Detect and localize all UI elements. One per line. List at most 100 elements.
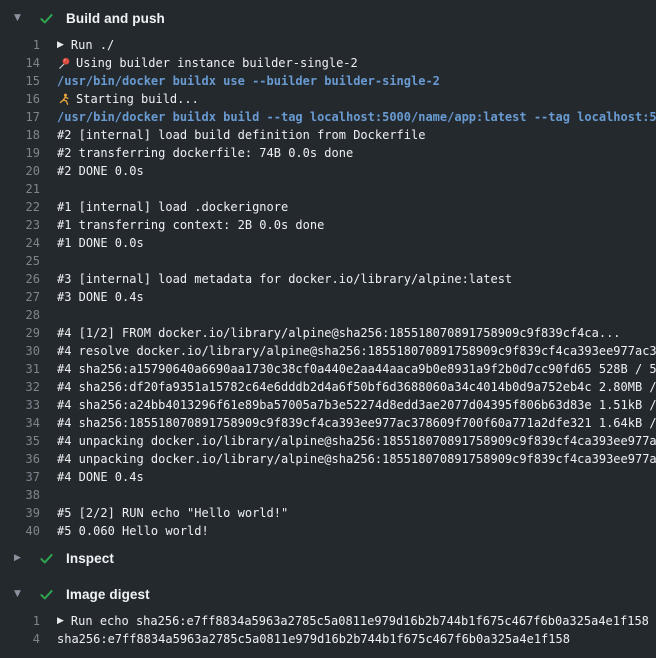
log-line-number[interactable]: 16 — [0, 90, 40, 108]
log-line-number[interactable]: 35 — [0, 432, 40, 450]
log-line-text: #4 sha256:df20fa9351a15782c64e6dddb2d4a6… — [57, 378, 656, 396]
log-line: 28 — [0, 306, 656, 324]
log-line: 27 #3 DONE 0.4s — [0, 288, 656, 306]
log-line-text: #4 unpacking docker.io/library/alpine@sh… — [57, 450, 656, 468]
log-line: 4 sha256:e7ff8834a5963a2785c5a0811e979d16… — [0, 630, 656, 648]
log-line: 25 — [0, 252, 656, 270]
log-line: 32 #4 sha256:df20fa9351a15782c64e6dddb2d4… — [0, 378, 656, 396]
log-line-number[interactable]: 28 — [0, 306, 40, 324]
log-line: 30 #4 resolve docker.io/library/alpine@sh… — [0, 342, 656, 360]
log-section: ▼Image digest1 ▶ Run echo sha256:e7ff8834a… — [0, 576, 656, 648]
log-line: 1 ▶ Run ./ — [0, 36, 656, 54]
log-line-number[interactable]: 30 — [0, 342, 40, 360]
log-line-text: #4 [1/2] FROM docker.io/library/alpine@s… — [57, 324, 621, 342]
log-line-text: /usr/bin/docker buildx build --tag local… — [57, 108, 656, 126]
log-line-number[interactable]: 40 — [0, 522, 40, 540]
check-icon — [38, 10, 54, 26]
log-lines: 1 ▶ Run ./ 14 Using builder instance builder… — [0, 36, 656, 540]
log-text: /usr/bin/docker buildx use --builder bui… — [57, 72, 440, 90]
log-line-number[interactable]: 14 — [0, 54, 40, 72]
section-header-image-digest[interactable]: ▼Image digest — [0, 576, 656, 612]
log-line-text: #1 DONE 0.0s — [57, 234, 144, 252]
log-line-number[interactable]: 1 — [0, 36, 40, 54]
log-line: 24 #1 DONE 0.0s — [0, 234, 656, 252]
log-line-number[interactable]: 23 — [0, 216, 40, 234]
log-line-number[interactable]: 15 — [0, 72, 40, 90]
section-header-inspect[interactable]: ▶Inspect — [0, 540, 656, 576]
log-text: Run ./ — [71, 36, 114, 54]
log-line-text: #1 transferring context: 2B 0.0s done — [57, 216, 324, 234]
log-line-text: #5 0.060 Hello world! — [57, 522, 209, 540]
log-text: #2 DONE 0.0s — [57, 162, 144, 180]
log-line-number[interactable]: 24 — [0, 234, 40, 252]
log-line: 23 #1 transferring context: 2B 0.0s done — [0, 216, 656, 234]
log-line-text: #4 sha256:a24bb4013296f61e89ba57005a7b3e… — [57, 396, 656, 414]
log-line-text: Using builder instance builder-single-2 — [57, 54, 358, 72]
log-line-text: #4 resolve docker.io/library/alpine@sha2… — [57, 342, 656, 360]
section-header-build-and-push[interactable]: ▼Build and push — [0, 0, 656, 36]
section-title: Inspect — [66, 551, 114, 566]
log-line-text: ▶ Run echo sha256:e7ff8834a5963a2785c5a08… — [57, 612, 649, 630]
log-line-number[interactable]: 22 — [0, 198, 40, 216]
log-line-text: #2 [internal] load build definition from… — [57, 126, 425, 144]
log-text: #4 unpacking docker.io/library/alpine@sh… — [57, 450, 656, 468]
log-line-number[interactable]: 37 — [0, 468, 40, 486]
log-line: 15/usr/bin/docker buildx use --builder b… — [0, 72, 656, 90]
log-line: 22 #1 [internal] load .dockerignore — [0, 198, 656, 216]
log-text: Starting build... — [76, 90, 199, 108]
log-line-text: #4 DONE 0.4s — [57, 468, 144, 486]
log-line-number[interactable]: 29 — [0, 324, 40, 342]
log-line-text: ▶ Run ./ — [57, 36, 114, 54]
log-line: 21 — [0, 180, 656, 198]
log-line-text: #2 transferring dockerfile: 74B 0.0s don… — [57, 144, 353, 162]
log-text: #3 DONE 0.4s — [57, 288, 144, 306]
log-line-text: #4 unpacking docker.io/library/alpine@sh… — [57, 432, 656, 450]
log-line: 40 #5 0.060 Hello world! — [0, 522, 656, 540]
log-line: 36 #4 unpacking docker.io/library/alpine@… — [0, 450, 656, 468]
log-text: #4 sha256:df20fa9351a15782c64e6dddb2d4a6… — [57, 378, 656, 396]
log-text: #1 DONE 0.0s — [57, 234, 144, 252]
log-text: #4 unpacking docker.io/library/alpine@sh… — [57, 432, 656, 450]
log-text: #4 DONE 0.4s — [57, 468, 144, 486]
play-icon[interactable]: ▶ — [57, 36, 64, 54]
log-text: Run echo sha256:e7ff8834a5963a2785c5a081… — [71, 612, 649, 630]
log-line-text: #4 sha256:a15790640a6690aa1730c38cf0a440… — [57, 360, 656, 378]
log-line-text: Starting build... — [57, 90, 199, 108]
log-line: 26#3 [internal] load metadata for docker… — [0, 270, 656, 288]
log-line-number[interactable]: 4 — [0, 630, 40, 648]
log-line-number[interactable]: 27 — [0, 288, 40, 306]
log-text: #4 [1/2] FROM docker.io/library/alpine@s… — [57, 324, 621, 342]
log-line-number[interactable]: 17 — [0, 108, 40, 126]
log-text: #2 transferring dockerfile: 74B 0.0s don… — [57, 144, 353, 162]
log-line-number[interactable]: 18 — [0, 126, 40, 144]
log-line: 34#4 sha256:185518070891758909c9f839cf4c… — [0, 414, 656, 432]
log-line-text: #1 [internal] load .dockerignore — [57, 198, 288, 216]
log-line-number[interactable]: 38 — [0, 486, 40, 504]
actions-log-viewer: ▼Build and push1▶Run ./14Using builder i… — [0, 0, 656, 658]
check-icon — [38, 550, 54, 566]
log-line-number[interactable]: 32 — [0, 378, 40, 396]
log-line-number[interactable]: 36 — [0, 450, 40, 468]
log-line: 17/usr/bin/docker buildx build --tag loc… — [0, 108, 656, 126]
log-line-number[interactable]: 33 — [0, 396, 40, 414]
log-line-number[interactable]: 20 — [0, 162, 40, 180]
section-title: Build and push — [66, 11, 165, 26]
log-line-number[interactable]: 21 — [0, 180, 40, 198]
log-text: #4 sha256:a15790640a6690aa1730c38cf0a440… — [57, 360, 656, 378]
log-line: 19 #2 transferring dockerfile: 74B 0.0s d… — [0, 144, 656, 162]
log-line-text: #5 [2/2] RUN echo "Hello world!" — [57, 504, 288, 522]
log-line: 38 — [0, 486, 656, 504]
log-line-text: sha256:e7ff8834a5963a2785c5a0811e979d16b… — [57, 630, 570, 648]
section-title: Image digest — [66, 587, 150, 602]
log-line-number[interactable]: 31 — [0, 360, 40, 378]
log-line-number[interactable]: 1 — [0, 612, 40, 630]
log-line-number[interactable]: 19 — [0, 144, 40, 162]
log-line-number[interactable]: 25 — [0, 252, 40, 270]
log-line-number[interactable]: 26 — [0, 270, 40, 288]
log-line-number[interactable]: 39 — [0, 504, 40, 522]
log-line-number[interactable]: 34 — [0, 414, 40, 432]
play-icon[interactable]: ▶ — [57, 612, 64, 630]
log-text: #5 [2/2] RUN echo "Hello world!" — [57, 504, 288, 522]
log-line: 33 #4 sha256:a24bb4013296f61e89ba57005a7b… — [0, 396, 656, 414]
log-line: 31 #4 sha256:a15790640a6690aa1730c38cf0a4… — [0, 360, 656, 378]
